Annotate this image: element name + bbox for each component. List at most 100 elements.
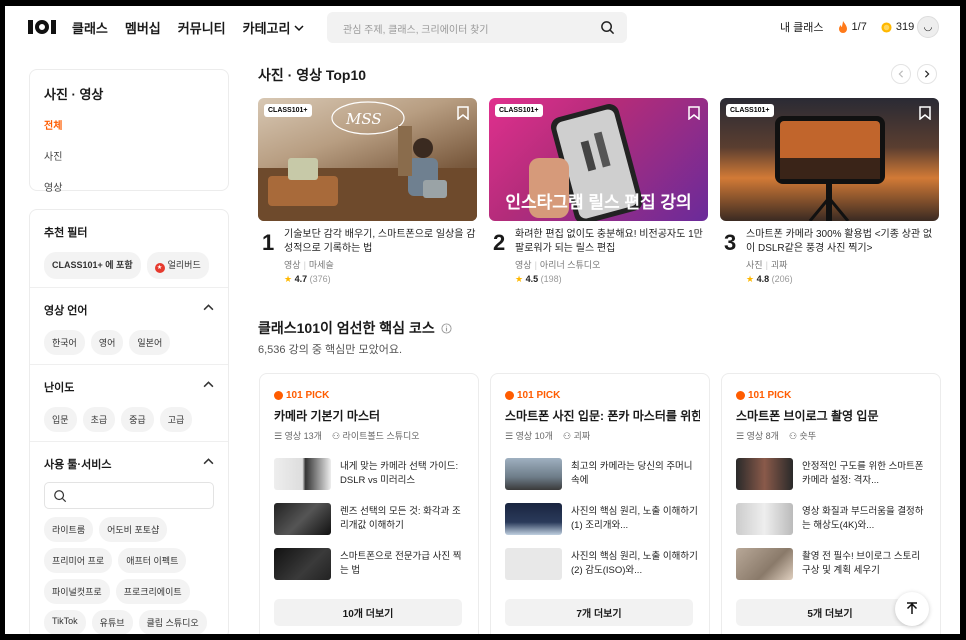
chevron-up-icon[interactable] [203,456,214,467]
lesson-item[interactable]: 안정적인 구도를 위한 스마트폰 카메라 설정: 격자... [736,458,931,492]
pick-card[interactable]: 101 PICK 스마트폰 사진 입문: 폰카 마스터를 위한... ☰ 영상 … [490,373,710,634]
course-title[interactable]: 스마트폰 카메라 300% 활용법 <기종 상관 없이 DSLR같은 풍경 사진… [746,228,938,256]
course-title[interactable]: 화려한 편집 없이도 충분해요! 비전공자도 1만 팔로워가 되는 릴스 편집 [515,228,707,256]
streak-stat[interactable]: 1/7 [838,21,867,33]
chip-tool[interactable]: 프로크리에이트 [115,579,190,604]
chip-language[interactable]: 영어 [90,330,124,355]
bookmark-icon[interactable] [919,106,931,120]
my-class-link[interactable]: 내 클래스 [780,19,824,35]
thumbnail-caption: 인스타그램 릴스 편집 강의 [505,193,692,212]
category-item-video[interactable]: 영상 [44,179,214,194]
chip-level[interactable]: 초급 [82,407,116,432]
language-filter-title: 영상 언어 [44,305,88,317]
chip-tool[interactable]: 파이널컷프로 [44,579,110,604]
nav-category[interactable]: 카테고리 [243,18,304,37]
course-thumbnail: CLASS101+ 인스타그램 릴스 편집 강의 [489,98,708,221]
pick-title[interactable]: 스마트폰 브이로그 촬영 입문 [736,407,931,424]
course-rating: ★ 4.5 (198) [515,274,562,285]
nav-membership[interactable]: 멤버십 [125,18,161,37]
lesson-item[interactable]: 사진의 핵심 원리, 노출 이해하기 (1) 조리개와... [505,503,700,537]
flame-icon [838,21,847,33]
chip-tool[interactable]: 라이트룸 [44,517,94,542]
lesson-item[interactable]: 사진의 핵심 원리, 노출 이해하기 (2) 감도(ISO)와... [505,548,700,582]
chip-tool[interactable]: 유튜브 [91,610,133,634]
video-count: ☰ 영상 8개 [736,429,779,442]
lesson-item[interactable]: 영상 화질과 부드러움을 결정하는 해상도(4K)와... [736,503,931,537]
recommended-filter-title: 추천 필터 [44,227,88,239]
lesson-thumbnail [736,458,793,490]
lesson-item[interactable]: 스마트폰으로 전문가급 사진 찍는 법 [274,548,469,582]
class101-logo[interactable] [28,19,56,35]
nav-community[interactable]: 커뮤니티 [178,18,226,37]
course-category: 영상 [515,260,532,270]
class101plus-badge: CLASS101+ [495,104,543,117]
category-item-photo[interactable]: 사진 [44,148,214,163]
lesson-title: 촬영 전 필수! 브이로그 스토리 구상 및 계획 세우기 [802,551,921,576]
course-title[interactable]: 기술보단 감각 배우기, 스마트폰으로 일상을 감성적으로 기록하는 법 [284,228,476,256]
top10-card[interactable]: CLASS101+ 인스타그램 릴스 편집 강의 2 화려한 편집 없이도 충분… [489,98,708,284]
search-icon[interactable] [600,20,615,35]
star-icon: ★ [284,274,293,284]
lesson-title: 영상 화질과 부드러움을 결정하는 해상도(4K)와... [802,506,924,531]
page: 클래스 멤버십 커뮤니티 카테고리 관심 주제, 클래스, 크리에이터 찾기 내… [5,6,960,634]
arrow-up-icon [906,602,918,614]
nav-class[interactable]: 클래스 [72,18,108,37]
video-count-text: 영상 8개 [746,431,779,441]
pick-label: 101 PICK [274,390,329,401]
category-item-all[interactable]: 전체 [44,117,214,132]
lesson-item[interactable]: 내게 맞는 카메라 선택 가이드: DSLR vs 미러리스 [274,458,469,492]
chip-earlybird[interactable]: ★ 얼리버드 [146,252,209,279]
bookmark-icon[interactable] [688,106,700,120]
chevron-right-icon [924,70,930,78]
class101plus-badge: CLASS101+ [264,104,312,117]
pick-card[interactable]: 101 PICK 카메라 기본기 마스터 ☰ 영상 13개 ⚇ 라이트볼드 스튜… [259,373,479,634]
chip-class101plus[interactable]: CLASS101+ 에 포함 [44,252,141,279]
top10-title: 사진 · 영상 Top10 [258,67,367,83]
more-button[interactable]: 10개 더보기 [274,599,462,626]
tool-search-input[interactable] [44,482,214,509]
level-filter-title: 난이도 [44,382,75,394]
picks-title: 클래스101이 엄선한 핵심 코스 [258,318,452,338]
top10-card[interactable]: CLASS101+ 3 스마트폰 카메라 300% 활용법 <기종 상관 없이 … [720,98,939,284]
lesson-thumbnail [505,503,562,535]
chip-tool[interactable]: TikTok [44,610,86,634]
picks-description: 6,536 강의 중 핵심만 모았어요. [258,344,403,356]
category-title: 사진 · 영상 [44,87,104,102]
more-button[interactable]: 7개 더보기 [505,599,693,626]
points-stat[interactable]: 319 [881,21,914,33]
rank-number: 2 [493,230,506,255]
rating-value: 4.5 [525,274,539,284]
pick-title[interactable]: 스마트폰 사진 입문: 폰카 마스터를 위한... [505,407,700,424]
lesson-item[interactable]: 촬영 전 필수! 브이로그 스토리 구상 및 계획 세우기 [736,548,931,582]
lesson-item[interactable]: 최고의 카메라는 당신의 주머니 속에 [505,458,700,492]
prev-arrow[interactable] [891,64,911,84]
chip-tool[interactable]: 클립 스튜디오 [138,610,207,634]
chevron-up-icon[interactable] [203,379,214,390]
chip-level[interactable]: 입문 [44,407,77,432]
points-value: 319 [895,21,915,33]
chip-level[interactable]: 중급 [121,407,154,432]
chip-tool[interactable]: 어도비 포토샵 [99,517,168,542]
pick-badge-icon [505,391,514,400]
info-icon[interactable] [441,323,452,334]
pick-title[interactable]: 카메라 기본기 마스터 [274,407,469,424]
top10-card[interactable]: MSS CLASS101+ 1 기술보단 감각 배우기, 스마트폰으로 일상을 … [258,98,477,284]
course-thumbnail: CLASS101+ [720,98,939,221]
scroll-top-button[interactable] [895,592,929,626]
recommended-filter-section: 추천 필터 CLASS101+ 에 포함 ★ 얼리버드 [30,210,228,288]
chip-tool[interactable]: 애프터 이펙트 [118,548,187,573]
chevron-up-icon[interactable] [203,302,214,313]
chevron-down-icon [294,25,304,32]
lesson-title: 내게 맞는 카메라 선택 가이드: DSLR vs 미러리스 [340,461,459,486]
chip-tool[interactable]: 프리미어 프로 [44,548,113,573]
bookmark-icon[interactable] [457,106,469,120]
lesson-item[interactable]: 렌즈 선택의 모든 것: 화각과 조리개값 이해하기 [274,503,469,537]
lesson-title: 사진의 핵심 원리, 노출 이해하기 (2) 감도(ISO)와... [571,551,698,576]
chip-language[interactable]: 한국어 [44,330,85,355]
avatar[interactable]: ◡ [917,16,939,38]
next-arrow[interactable] [917,64,937,84]
search-bar[interactable]: 관심 주제, 클래스, 크리에이터 찾기 [327,12,627,43]
chip-language[interactable]: 일본어 [129,330,171,355]
chip-level[interactable]: 고급 [159,407,193,432]
course-meta: 사진 | 괴짜 [746,260,788,270]
